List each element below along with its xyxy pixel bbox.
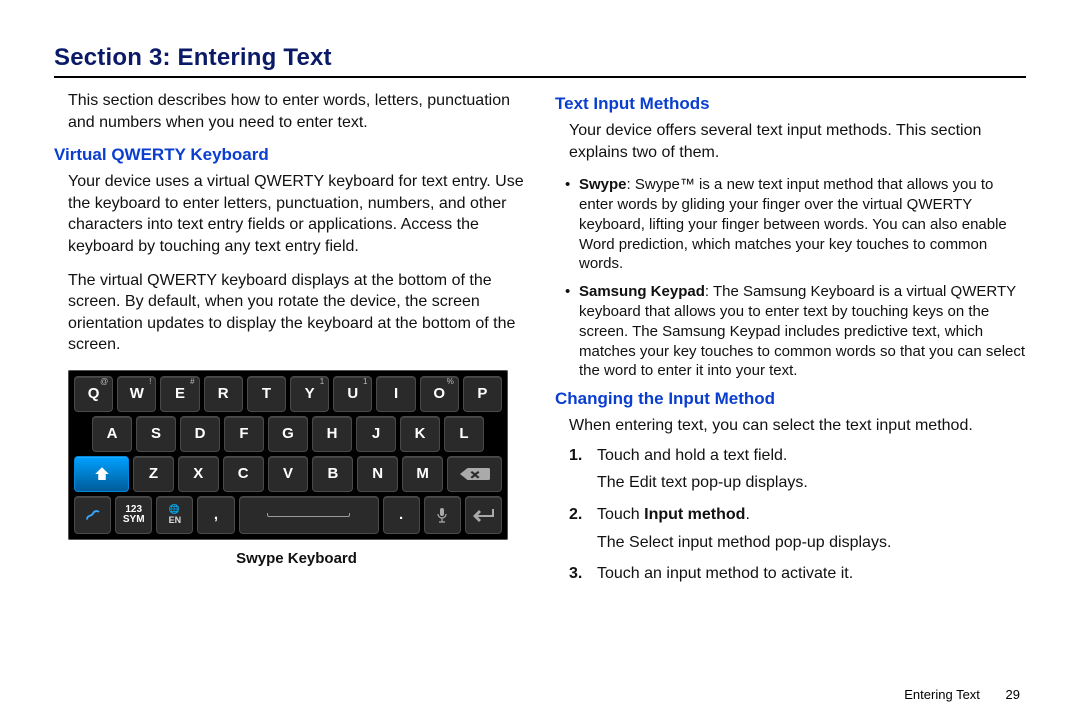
keyboard-row-2: ASDFGHJKL (74, 416, 502, 452)
methods-intro: Your device offers several text input me… (569, 120, 1026, 163)
key-f: F (224, 416, 264, 452)
key-e: E# (160, 376, 199, 412)
key-c: C (223, 456, 264, 492)
section-rule (54, 76, 1026, 78)
footer-page-number: 29 (1006, 687, 1020, 702)
change-steps: 1. Touch and hold a text field. The Edit… (569, 445, 1026, 585)
bullet-swype: Swype: Swype™ is a new text input method… (569, 175, 1026, 274)
swype-key-icon (74, 496, 111, 534)
section-title: Section 3: Entering Text (54, 44, 1026, 72)
heading-changing-input-method: Changing the Input Method (555, 389, 1026, 409)
keyboard-row-1: Q@W!E#RTY1U1IO%P (74, 376, 502, 412)
footer-chapter: Entering Text (904, 687, 980, 702)
key-b: B (312, 456, 353, 492)
key-t: T (247, 376, 286, 412)
key-v: V (268, 456, 309, 492)
key-y: Y1 (290, 376, 329, 412)
key-l: L (444, 416, 484, 452)
step-2: 2. Touch Input method. The Select input … (569, 504, 1026, 553)
heading-virtual-qwerty: Virtual QWERTY Keyboard (54, 145, 525, 165)
enter-key-icon (465, 496, 502, 534)
backspace-key-icon (447, 456, 502, 492)
key-x: X (178, 456, 219, 492)
keyboard-row-3: ZXCVBNM (74, 456, 502, 492)
key-p: P (463, 376, 502, 412)
bullet-samsung-keypad: Samsung Keypad: The Samsung Keyboard is … (569, 282, 1026, 381)
comma-key: , (197, 496, 234, 534)
heading-text-input-methods: Text Input Methods (555, 94, 1026, 114)
key-z: Z (133, 456, 174, 492)
shift-key-icon (74, 456, 129, 492)
key-m: M (402, 456, 443, 492)
step-1: 1. Touch and hold a text field. The Edit… (569, 445, 1026, 494)
key-i: I (376, 376, 415, 412)
key-r: R (204, 376, 243, 412)
qwerty-paragraph-2: The virtual QWERTY keyboard displays at … (68, 270, 525, 356)
language-key-icon: 🌐EN (156, 496, 193, 534)
change-intro: When entering text, you can select the t… (569, 415, 1026, 437)
two-column-layout: This section describes how to enter word… (54, 88, 1026, 595)
key-n: N (357, 456, 398, 492)
right-column: Text Input Methods Your device offers se… (555, 88, 1026, 595)
swype-keyboard-image: Q@W!E#RTY1U1IO%P ASDFGHJKL ZXCVBNM 123 (68, 370, 508, 540)
key-a: A (92, 416, 132, 452)
keyboard-caption: Swype Keyboard (68, 550, 525, 567)
key-w: W! (117, 376, 156, 412)
page-footer: Entering Text 29 (904, 687, 1020, 702)
key-g: G (268, 416, 308, 452)
methods-bullets: Swype: Swype™ is a new text input method… (569, 175, 1026, 381)
key-j: J (356, 416, 396, 452)
key-o: O% (420, 376, 459, 412)
key-u: U1 (333, 376, 372, 412)
qwerty-paragraph-1: Your device uses a virtual QWERTY keyboa… (68, 171, 525, 257)
key-h: H (312, 416, 352, 452)
left-column: This section describes how to enter word… (54, 88, 525, 595)
keyboard-row-4: 123 SYM 🌐EN , . (74, 496, 502, 534)
step-3: 3. Touch an input method to activate it. (569, 563, 1026, 585)
keyboard-figure: Q@W!E#RTY1U1IO%P ASDFGHJKL ZXCVBNM 123 (68, 370, 525, 567)
sym-key: 123 SYM (115, 496, 152, 534)
period-key: . (383, 496, 420, 534)
space-key (239, 496, 379, 534)
key-d: D (180, 416, 220, 452)
intro-paragraph: This section describes how to enter word… (68, 90, 525, 133)
key-s: S (136, 416, 176, 452)
key-k: K (400, 416, 440, 452)
key-q: Q@ (74, 376, 113, 412)
mic-key-icon (424, 496, 461, 534)
